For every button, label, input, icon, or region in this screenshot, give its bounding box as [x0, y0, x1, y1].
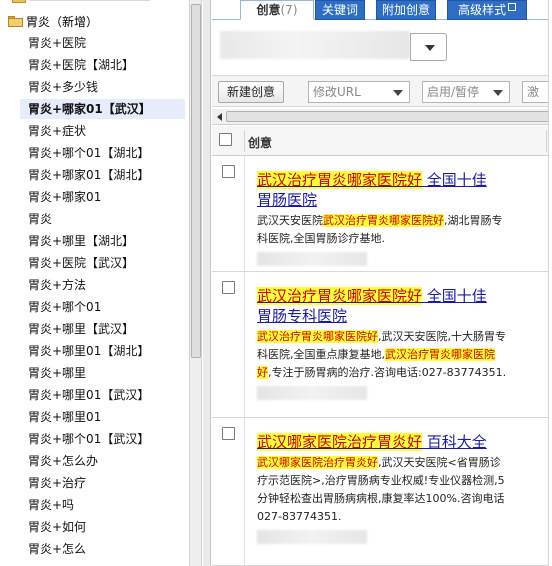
row-checkbox[interactable] [222, 281, 235, 294]
scroll-left-icon[interactable] [217, 113, 222, 121]
display-url-blurred [257, 386, 367, 400]
creative-preview: 武汉治疗胃炎哪家医院好 全国十佳胃肠医院武汉天安医院武汉治疗胃炎哪家医院好,湖北… [257, 170, 507, 266]
tree-item[interactable]: 胃炎+哪里【武汉】 [20, 319, 185, 339]
table-header: 创意 [212, 126, 552, 156]
toolbar: 新建创意 修改URL 启用/暂停 激 [212, 75, 552, 107]
tree-item[interactable]: 胃炎+哪个01【湖北】 [20, 143, 185, 163]
display-url-blurred [257, 530, 367, 544]
title-text: 全国十佳 [422, 287, 487, 305]
tree-item[interactable]: 胃炎+哪里 [20, 363, 185, 383]
tree-root-label: 胃炎（新增） [26, 14, 99, 29]
tree-item[interactable]: 胃炎+医院【湖北】 [20, 55, 185, 75]
tree-item[interactable]: 胃炎+吗 [20, 495, 185, 515]
new-creative-button[interactable]: 新建创意 [218, 81, 285, 103]
tree-item[interactable]: 胃炎+治疗 [20, 473, 185, 493]
tab-creative[interactable]: 创意(7) [240, 0, 314, 20]
title-keyword-highlight: 武汉治疗胃炎哪家医院好 [257, 171, 423, 189]
tree-item[interactable]: 胃炎+医院 [20, 33, 185, 53]
creative-panel: 创意(7) 关键词 附加创意 高级样式 新建创意 修改URL 启用/暂停 激 创… [212, 0, 552, 566]
tree-scrollbar[interactable] [189, 0, 202, 566]
tree-item[interactable]: 胃炎+哪家01【湖北】 [20, 165, 185, 185]
tab-extra-creative[interactable]: 附加创意 [376, 0, 436, 20]
keyword-tree-panel: 胃炎（新增） 胃炎+医院 胃炎+医院【湖北】 胃炎+多少钱 胃炎+哪家01【武汉】 胃炎… [0, 0, 189, 566]
row-checkbox[interactable] [222, 165, 235, 178]
tree-item[interactable]: 胃炎+哪里01【武汉】 [20, 385, 185, 405]
creative-preview: 武汉治疗胃炎哪家医院好 全国十佳胃肠专科医院武汉治疗胃炎哪家医院好,武汉天安医院… [257, 286, 507, 400]
unit-selector-blurred [220, 31, 410, 59]
title-keyword-highlight: 武汉哪家医院治疗胃炎好 [257, 433, 423, 451]
creative-description: 武汉哪家医院治疗胃炎好,武汉天安医院<省胃肠诊疗示范医院>,治疗胃肠病专业权威!… [257, 454, 507, 526]
tree-item[interactable]: 胃炎+哪个01【武汉】 [20, 429, 185, 449]
tree-item[interactable]: 胃炎+哪里01【湖北】 [20, 341, 185, 361]
tree-item[interactable]: 胃炎+哪家01 [20, 187, 185, 207]
title-text: 全国十佳 [422, 171, 487, 189]
tree-item[interactable]: 胃炎 [20, 209, 185, 229]
desc-text: ,专注于肠胃病的治疗.咨询电话:027-83774351. [268, 366, 507, 379]
desc-keyword-highlight: 武汉哪家医院治疗胃炎好 [257, 456, 378, 469]
row-checkbox[interactable] [222, 427, 235, 440]
desc-keyword-highlight: 武汉治疗胃炎哪家医院好 [323, 214, 444, 227]
tree-item[interactable]: 胃炎+哪里01 [20, 407, 185, 427]
creative-description: 武汉治疗胃炎哪家医院好,武汉天安医院,十大肠胃专科医院,全国重点康复基地,武汉治… [257, 328, 507, 382]
folder-icon [12, 0, 26, 3]
creative-title[interactable]: 武汉治疗胃炎哪家医院好 全国十佳胃肠医院 [257, 170, 507, 210]
scrollbar-thumb[interactable] [191, 4, 201, 358]
scrollbar-thumb[interactable] [226, 111, 550, 122]
tree-item[interactable]: 胃炎+如何 [20, 517, 185, 537]
table-row: 武汉治疗胃炎哪家医院好 全国十佳胃肠专科医院武汉治疗胃炎哪家医院好,武汉天安医院… [212, 272, 552, 418]
creative-title[interactable]: 武汉哪家医院治疗胃炎好 百科大全 [257, 432, 507, 452]
tree-item[interactable]: 胃炎+哪里【湖北】 [20, 231, 185, 251]
tab-advanced-style[interactable]: 高级样式 [447, 0, 527, 20]
tree-item[interactable]: 胃炎+多少钱 [20, 77, 185, 97]
chevron-down-icon [493, 90, 503, 96]
tree-item[interactable]: 胃炎+哪家01【武汉】 [20, 99, 185, 119]
desc-keyword-highlight: 武汉治疗胃炎哪家医院好 [257, 330, 378, 343]
desc-text: 武汉天安医院 [257, 214, 323, 227]
title-text-line2: 胃肠医院 [257, 191, 318, 209]
unit-selector-dropdown[interactable] [410, 33, 447, 61]
display-url-blurred [257, 252, 367, 266]
external-link-icon [508, 3, 516, 11]
tree-item[interactable]: 胃炎+症状 [20, 121, 185, 141]
tree-item[interactable]: 胃炎+哪个01 [20, 297, 185, 317]
tree-item[interactable]: 胃炎+怎么 [20, 539, 185, 559]
column-header-creative: 创意 [248, 136, 273, 150]
tab-keywords[interactable]: 关键词 [315, 0, 365, 20]
creative-preview: 武汉哪家医院治疗胃炎好 百科大全 武汉哪家医院治疗胃炎好,武汉天安医院<省胃肠诊疗… [257, 432, 507, 544]
enable-pause-dropdown[interactable]: 启用/暂停 [422, 81, 510, 103]
tab-bar: 创意(7) 关键词 附加创意 高级样式 [212, 0, 552, 20]
table-row: 武汉治疗胃炎哪家医院好 全国十佳胃肠医院武汉天安医院武汉治疗胃炎哪家医院好,湖北… [212, 156, 552, 272]
panel-splitter[interactable] [203, 0, 211, 566]
title-text-line2: 胃肠专科医院 [257, 307, 348, 325]
chevron-down-icon [425, 45, 435, 51]
select-all-checkbox[interactable] [219, 133, 232, 146]
tree-item[interactable]: 胃炎+方法 [20, 275, 185, 295]
creative-description: 武汉天安医院武汉治疗胃炎哪家医院好,湖北胃肠专科医院,全国胃肠诊疗基地. [257, 212, 507, 248]
tree-item[interactable]: 胃炎+怎么办 [20, 451, 185, 471]
creative-title[interactable]: 武汉治疗胃炎哪家医院好 全国十佳胃肠专科医院 [257, 286, 507, 326]
tree-item[interactable]: 胃炎+医院【武汉】 [20, 253, 185, 273]
horizontal-scrollbar[interactable] [212, 109, 552, 125]
title-text: 百科大全 [422, 433, 487, 451]
title-keyword-highlight: 武汉治疗胃炎哪家医院好 [257, 287, 423, 305]
tree-root-node[interactable]: 胃炎（新增） [8, 11, 98, 31]
modify-url-dropdown[interactable]: 修改URL [308, 81, 410, 103]
chevron-down-icon [393, 90, 403, 96]
folder-open-icon [8, 15, 23, 27]
table-row: 武汉哪家医院治疗胃炎好 百科大全 武汉哪家医院治疗胃炎好,武汉天安医院<省胃肠诊疗… [212, 418, 552, 566]
tree-top-partial-row [6, 0, 186, 4]
